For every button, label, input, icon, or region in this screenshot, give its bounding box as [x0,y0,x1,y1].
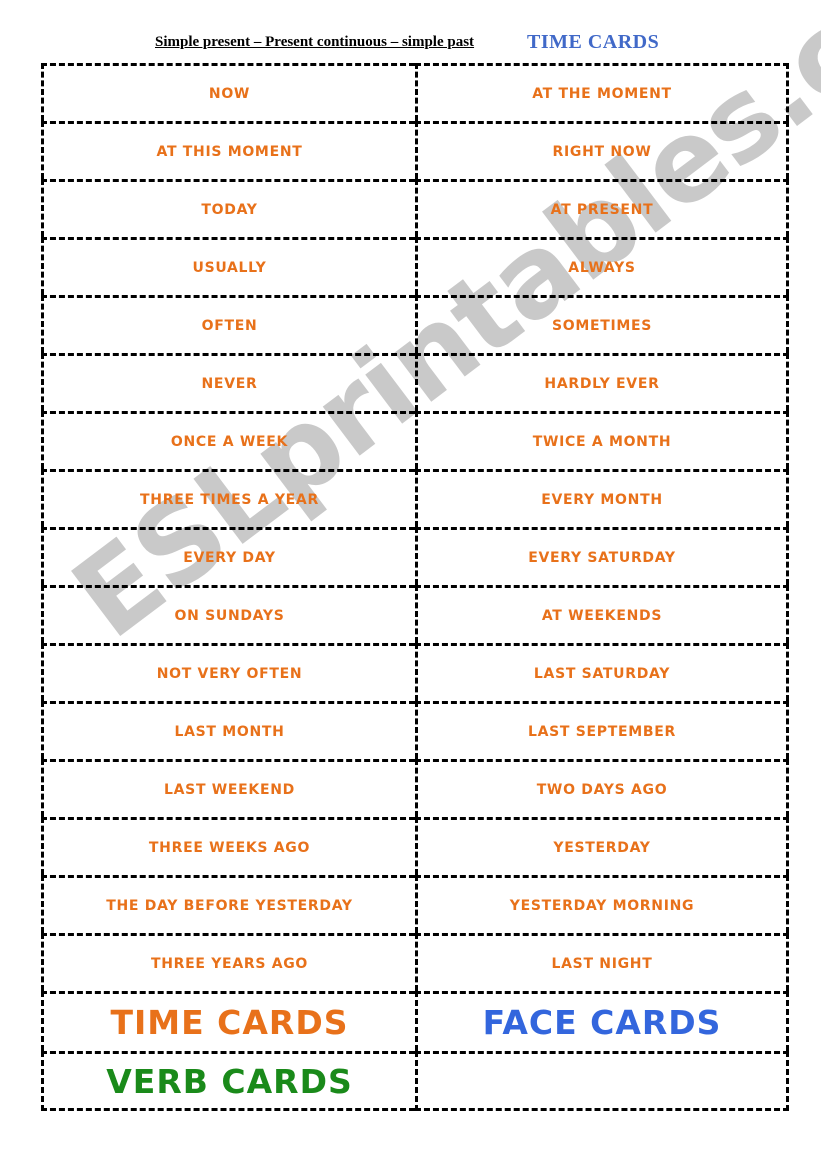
card-cell-right: HARDLY EVER [415,353,789,411]
card-label: SOMETIMES [551,317,653,334]
card-cell-right: YESTERDAY MORNING [415,875,789,933]
card-cell-right: EVERY MONTH [415,469,789,527]
card-row: NEVER HARDLY EVER [41,353,789,411]
card-cell-right: LAST SEPTEMBER [415,701,789,759]
card-label: OFTEN [201,317,258,334]
card-label: THREE WEEKS AGO [148,839,311,856]
card-row: THREE WEEKS AGO YESTERDAY [41,817,789,875]
card-cell-right: ALWAYS [415,237,789,295]
card-label: THREE TIMES A YEAR [140,491,319,508]
card-cell-right: FACE CARDS [415,991,789,1051]
card-cell-right [415,1051,789,1111]
card-cell-right: RIGHT NOW [415,121,789,179]
card-label: TWO DAYS AGO [536,781,668,798]
card-label: HARDLY EVER [544,375,660,392]
card-label: TWICE A MONTH [532,433,672,450]
card-label: AT WEEKENDS [541,607,663,624]
card-cell-left: VERB CARDS [41,1051,415,1111]
card-label: NOT VERY OFTEN [156,665,303,682]
card-row-heading: TIME CARDS FACE CARDS [41,991,789,1051]
card-label: EVERY SATURDAY [528,549,676,566]
card-label: AT PRESENT [550,201,654,218]
card-label: ALWAYS [568,259,636,276]
card-cell-right: TWICE A MONTH [415,411,789,469]
card-label: YESTERDAY [553,839,651,856]
card-row: EVERY DAY EVERY SATURDAY [41,527,789,585]
card-cell-left: NOT VERY OFTEN [41,643,415,701]
card-cell-left: NOW [41,63,415,121]
card-cell-right: LAST SATURDAY [415,643,789,701]
card-label: NOW [208,85,251,102]
card-label: THREE YEARS AGO [150,955,309,972]
page-title: Simple present – Present continuous – si… [155,34,475,50]
card-label: THE DAY BEFORE YESTERDAY [106,897,353,914]
card-cell-left: THE DAY BEFORE YESTERDAY [41,875,415,933]
card-label: LAST MONTH [174,723,285,740]
card-row: NOW AT THE MOMENT [41,63,789,121]
card-label: AT THIS MOMENT [156,143,303,160]
card-cell-right: SOMETIMES [415,295,789,353]
card-cell-right: TWO DAYS AGO [415,759,789,817]
card-label: EVERY DAY [183,549,276,566]
header-time-cards-label: TIME CARDS [527,31,660,53]
card-cell-left: ONCE A WEEK [41,411,415,469]
card-label: TODAY [201,201,258,218]
card-row: ON SUNDAYS AT WEEKENDS [41,585,789,643]
card-label: AT THE MOMENT [532,85,672,102]
card-cell-left: THREE WEEKS AGO [41,817,415,875]
card-label: YESTERDAY MORNING [509,897,695,914]
card-cell-right: AT WEEKENDS [415,585,789,643]
card-cell-left: ON SUNDAYS [41,585,415,643]
card-label: VERB CARDS [106,1061,353,1101]
card-row: OFTEN SOMETIMES [41,295,789,353]
cut-out-card-sheet: NOW AT THE MOMENT AT THIS MOMENT RIGHT NOW T… [41,63,789,1111]
card-row: TODAY AT PRESENT [41,179,789,237]
card-row: LAST WEEKEND TWO DAYS AGO [41,759,789,817]
card-row: NOT VERY OFTEN LAST SATURDAY [41,643,789,701]
card-cell-left: LAST WEEKEND [41,759,415,817]
card-label: LAST SATURDAY [533,665,671,682]
card-label: ON SUNDAYS [174,607,285,624]
card-label: USUALLY [192,259,267,276]
card-label: TIME CARDS [110,1003,349,1042]
card-cell-right: AT PRESENT [415,179,789,237]
card-row: AT THIS MOMENT RIGHT NOW [41,121,789,179]
card-row: ONCE A WEEK TWICE A MONTH [41,411,789,469]
card-label: NEVER [201,375,258,392]
card-label: RIGHT NOW [552,143,652,160]
card-row: LAST MONTH LAST SEPTEMBER [41,701,789,759]
card-cell-left: AT THIS MOMENT [41,121,415,179]
card-cell-left: USUALLY [41,237,415,295]
card-row: THREE TIMES A YEAR EVERY MONTH [41,469,789,527]
card-row: THE DAY BEFORE YESTERDAY YESTERDAY MORNIN… [41,875,789,933]
card-cell-left: LAST MONTH [41,701,415,759]
card-label: EVERY MONTH [541,491,663,508]
card-cell-left: TIME CARDS [41,991,415,1051]
page-header: Simple present – Present continuous – si… [0,31,821,60]
card-cell-right: AT THE MOMENT [415,63,789,121]
card-cell-right: EVERY SATURDAY [415,527,789,585]
card-label: ONCE A WEEK [170,433,289,450]
card-cell-left: TODAY [41,179,415,237]
card-cell-right: YESTERDAY [415,817,789,875]
card-cell-left: THREE YEARS AGO [41,933,415,991]
card-row: USUALLY ALWAYS [41,237,789,295]
card-row: THREE YEARS AGO LAST NIGHT [41,933,789,991]
card-label: FACE CARDS [482,1003,722,1042]
card-cell-right: LAST NIGHT [415,933,789,991]
card-cell-left: THREE TIMES A YEAR [41,469,415,527]
card-row-heading: VERB CARDS [41,1051,789,1111]
card-cell-left: NEVER [41,353,415,411]
card-label: LAST SEPTEMBER [527,723,677,740]
card-label: LAST NIGHT [551,955,653,972]
card-cell-left: OFTEN [41,295,415,353]
card-cell-left: EVERY DAY [41,527,415,585]
card-label: LAST WEEKEND [164,781,295,798]
